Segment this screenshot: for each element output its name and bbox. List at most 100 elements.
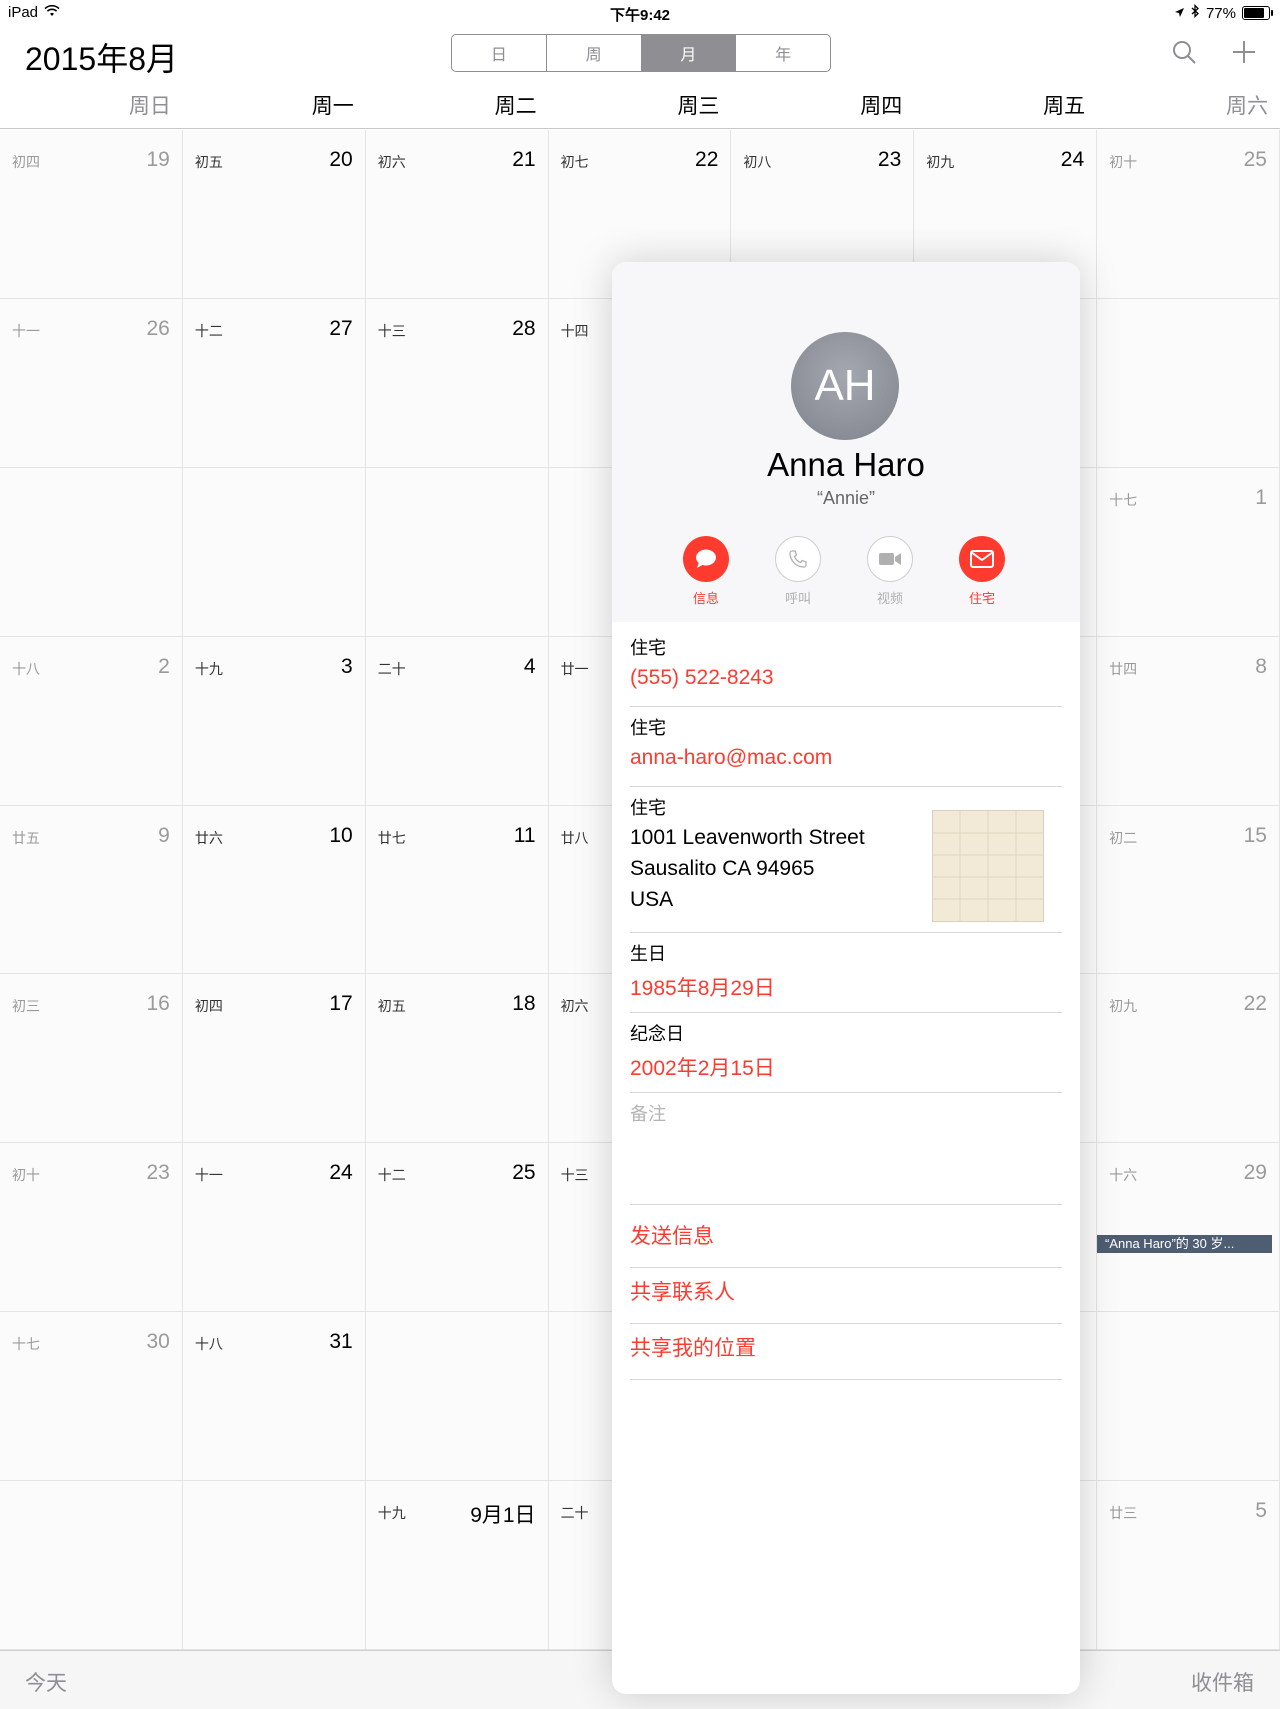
notes-area[interactable] (630, 1092, 1062, 1205)
day-number: 23 (877, 148, 902, 171)
lunar-date: 十三 (560, 1167, 589, 1184)
segment-day[interactable]: 日 (452, 35, 547, 71)
day-cell[interactable]: 初五 18 (365, 974, 549, 1144)
location-arrow-icon (1174, 5, 1185, 22)
segment-year[interactable]: 年 (736, 35, 830, 71)
anniversary-value[interactable]: 2002年2月15日 (630, 1052, 1062, 1082)
lunar-date: 初二 (1109, 829, 1138, 846)
day-cell[interactable]: 初十 23 (0, 1143, 183, 1313)
day-number: 25 (512, 1161, 536, 1185)
contact-nickname: “Annie” (816, 488, 876, 508)
calendar-event[interactable]: “Anna Haro”的 30 岁... (1097, 1235, 1272, 1253)
day-cell[interactable] (182, 1481, 366, 1650)
lunar-date: 初九 (926, 154, 955, 170)
day-cell[interactable]: 初十 25 (1097, 130, 1280, 299)
day-cell[interactable]: 初四 17 (182, 974, 366, 1144)
day-cell[interactable]: 廿七 11 (365, 805, 549, 975)
lunar-date: 初十 (12, 1167, 40, 1184)
birthday-value[interactable]: 1985年8月29日 (630, 972, 1062, 1002)
day-cell[interactable] (1097, 1312, 1280, 1482)
day-number: 26 (146, 316, 170, 340)
day-cell[interactable] (0, 467, 183, 637)
call-action[interactable]: 呼叫 (763, 536, 833, 607)
share-contact-link[interactable]: 共享联系人 (630, 1268, 1062, 1324)
month-title[interactable]: 2015年8月 (25, 34, 178, 80)
day-cell[interactable] (365, 467, 549, 637)
day-cell[interactable]: 十六 29 (1097, 1143, 1280, 1313)
bluetooth-icon (1191, 3, 1200, 22)
day-cell[interactable]: 十一 24 (182, 1143, 366, 1313)
day-cell[interactable]: 廿三 5 (1097, 1481, 1280, 1650)
search-icon[interactable] (1168, 36, 1200, 68)
lunar-date: 十二 (377, 1167, 406, 1184)
message-action[interactable]: 信息 (671, 536, 741, 607)
segment-month[interactable]: 月 (641, 35, 737, 71)
day-cell[interactable] (365, 1312, 549, 1482)
inbox-button[interactable]: 收件箱 (1191, 1667, 1254, 1697)
email-field[interactable]: 住宅 anna-haro@mac.com (630, 714, 1062, 787)
day-number: 18 (512, 992, 536, 1016)
lunar-date: 十九 (194, 660, 223, 677)
day-cell[interactable]: 十九 3 (182, 636, 366, 806)
day-cell[interactable]: 十八 2 (0, 636, 183, 806)
phone-field[interactable]: 住宅 (555) 522-8243 (630, 634, 1062, 707)
day-cell[interactable]: 十七 1 (1097, 467, 1280, 637)
day-cell[interactable]: 十二 27 (182, 298, 366, 468)
anniversary-field[interactable]: 纪念日 2002年2月15日 (630, 1020, 1062, 1093)
day-cell[interactable]: 初九 22 (1097, 974, 1280, 1144)
day-cell[interactable]: 二十 4 (365, 636, 549, 806)
day-cell[interactable]: 廿六 10 (182, 805, 366, 975)
contact-name: Anna Haro (767, 446, 925, 483)
lunar-date: 十一 (12, 322, 40, 339)
day-cell[interactable]: 初三 16 (0, 974, 183, 1144)
day-cell[interactable]: 十九 9月1日 (365, 1481, 549, 1650)
day-cell[interactable]: 十二 25 (365, 1143, 549, 1313)
day-cell[interactable]: 十八 31 (182, 1312, 366, 1482)
lunar-date: 初四 (194, 998, 223, 1015)
share-location-link[interactable]: 共享我的位置 (630, 1324, 1062, 1380)
day-cell[interactable]: 初四 19 (0, 130, 183, 299)
mail-action[interactable]: 住宅 (947, 536, 1017, 607)
day-number: 22 (695, 148, 719, 171)
weekday-tue: 周二 (494, 95, 537, 118)
send-message-link[interactable]: 发送信息 (630, 1212, 1062, 1268)
day-cell[interactable]: 十一 26 (0, 298, 183, 468)
contact-header: AH Anna Haro “Annie” 信息 呼叫 视频 住宅 (612, 262, 1080, 622)
day-number: 9 (158, 823, 170, 847)
video-icon[interactable] (867, 536, 913, 582)
lunar-date: 初三 (12, 998, 40, 1015)
day-number: 29 (1243, 1161, 1267, 1185)
day-cell[interactable]: 十三 28 (365, 298, 549, 468)
day-cell[interactable]: 初五 20 (182, 130, 366, 299)
email-value[interactable]: anna-haro@mac.com (630, 746, 1062, 770)
phone-value[interactable]: (555) 522-8243 (630, 666, 1062, 690)
phone-icon[interactable] (775, 536, 821, 582)
day-cell[interactable] (0, 1481, 183, 1650)
segment-week[interactable]: 周 (547, 35, 642, 71)
today-button[interactable]: 今天 (25, 1667, 67, 1697)
day-number: 10 (329, 823, 353, 847)
lunar-date: 十八 (194, 1336, 223, 1353)
day-cell[interactable] (1097, 298, 1280, 468)
day-cell[interactable]: 十七 30 (0, 1312, 183, 1482)
birthday-field[interactable]: 生日 1985年8月29日 (630, 940, 1062, 1013)
lunar-date: 十一 (194, 1167, 223, 1184)
message-icon[interactable] (683, 536, 729, 582)
view-segmented-control[interactable]: 日 周 月 年 (451, 34, 831, 72)
add-icon[interactable] (1228, 36, 1260, 68)
day-cell[interactable] (182, 467, 366, 637)
map-thumbnail[interactable] (932, 810, 1044, 922)
mail-icon[interactable] (959, 536, 1005, 582)
address-field[interactable]: 住宅 1001 Leavenworth Street Sausalito CA … (630, 794, 1062, 933)
day-cell[interactable]: 廿五 9 (0, 805, 183, 975)
day-cell[interactable]: 初六 21 (365, 130, 549, 299)
lunar-date: 十七 (1109, 491, 1138, 508)
day-number: 31 (329, 1330, 353, 1354)
day-number: 8 (1255, 654, 1267, 678)
day-cell[interactable]: 初二 15 (1097, 805, 1280, 975)
day-number: 20 (329, 148, 353, 171)
contact-popover: AH Anna Haro “Annie” 信息 呼叫 视频 住宅 住宅 (555… (612, 262, 1080, 1694)
day-cell[interactable]: 廿四 8 (1097, 636, 1280, 806)
video-action[interactable]: 视频 (855, 536, 925, 607)
lunar-date: 十四 (560, 322, 589, 339)
